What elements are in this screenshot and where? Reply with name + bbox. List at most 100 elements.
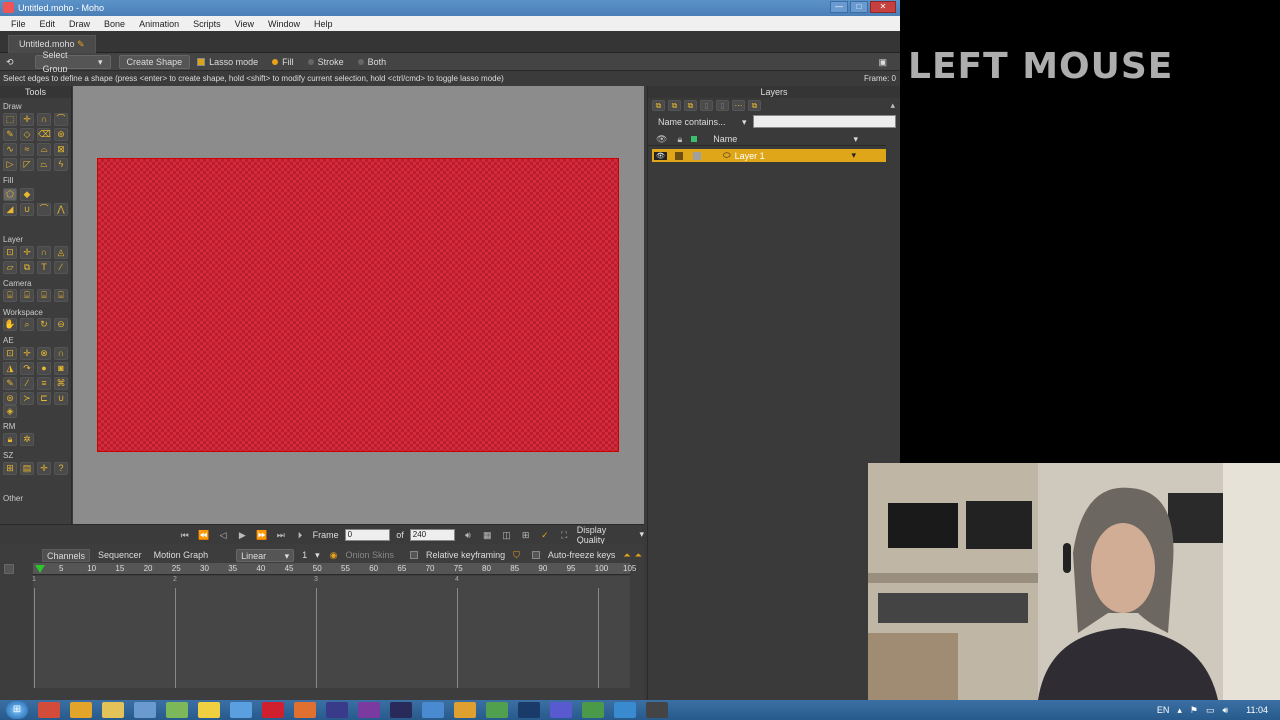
frame-ruler[interactable]: 5 10 15 20 25 30 35 40 45 50 55 60 65 70 75 80 85 90 95 100… xyxy=(33,563,636,575)
curve-profile-tool[interactable]: ◸ xyxy=(20,158,34,171)
fast-forward-icon[interactable]: ⏭ xyxy=(274,529,287,541)
perspective-tool[interactable]: ⏢ xyxy=(37,158,51,171)
select-points-tool[interactable]: ⬚ xyxy=(3,113,17,126)
rm-settings-icon[interactable]: ✲ xyxy=(20,433,34,446)
zoom-camera-tool[interactable]: ⌸ xyxy=(20,289,34,302)
ae-tool-14[interactable]: ≻ xyxy=(20,392,34,405)
chevron-down-icon[interactable]: ▾ xyxy=(853,134,858,145)
layer-settings-icon[interactable]: ⧉ xyxy=(748,100,761,111)
minimize-button[interactable]: — xyxy=(830,1,848,13)
name-column-header[interactable]: Name xyxy=(713,134,737,144)
layer-move-icon[interactable]: ▯ xyxy=(716,100,729,111)
interpolation-count[interactable]: 1 xyxy=(298,549,311,562)
ae-tool-16[interactable]: ∪ xyxy=(54,392,68,405)
menu-edit[interactable]: Edit xyxy=(33,19,63,29)
clock[interactable]: 11:04 xyxy=(1246,705,1268,715)
lasso-mode-toggle[interactable]: Lasso mode xyxy=(190,55,265,69)
scatter-brush-tool[interactable]: ≈ xyxy=(20,143,34,156)
ae-tool-15[interactable]: ⊏ xyxy=(37,392,51,405)
taskbar-app-icon-20[interactable] xyxy=(646,702,668,718)
menu-draw[interactable]: Draw xyxy=(62,19,97,29)
freeze-icon[interactable]: ⛉ xyxy=(513,550,520,561)
taskbar-app-icon-15[interactable] xyxy=(486,702,508,718)
layer-expand-icon[interactable]: ▾ xyxy=(851,150,856,161)
set-origin-tool[interactable]: ⊡ xyxy=(3,246,17,259)
menu-animation[interactable]: Animation xyxy=(132,19,186,29)
tab-sequencer[interactable]: Sequencer xyxy=(94,549,146,562)
stroke-radio-dot[interactable] xyxy=(307,58,314,65)
view-quad-icon[interactable]: ⊞ xyxy=(519,529,532,541)
layer-selector-tool[interactable]: ⧉ xyxy=(20,261,34,274)
taskbar-app-icon-19[interactable] xyxy=(614,702,636,718)
tray-expand-icon[interactable]: ▴ xyxy=(1177,705,1182,716)
delete-edge-tool[interactable]: ▷ xyxy=(3,158,17,171)
lock-icon[interactable]: 🔒︎ xyxy=(3,433,17,446)
freeze-all-icon[interactable]: ⏶ xyxy=(635,550,642,561)
menu-file[interactable]: File xyxy=(4,19,33,29)
transform-points-tool[interactable]: ✛ xyxy=(20,113,34,126)
view-split-icon[interactable]: ◫ xyxy=(500,529,513,541)
ae-tool-6[interactable]: ↷ xyxy=(20,362,34,375)
taskbar-app-icon-5[interactable] xyxy=(166,702,188,718)
play-icon[interactable]: ▶ xyxy=(236,529,249,541)
onion-skin-icon[interactable]: ◉ xyxy=(330,550,338,561)
pan-workspace-tool[interactable]: ✋ xyxy=(3,318,17,331)
new-layer-icon[interactable]: ⧉ xyxy=(652,100,665,111)
freeze-keys-icon[interactable]: ⏶ xyxy=(623,550,630,561)
scale-layer-tool[interactable]: ∩ xyxy=(37,246,51,259)
lock-column-icon[interactable]: 🔒︎ xyxy=(677,134,682,145)
network-icon[interactable]: ⚑ xyxy=(1190,705,1198,716)
taskbar-app-icon-6[interactable] xyxy=(198,702,220,718)
curve-exposure-tool[interactable]: ⋀ xyxy=(54,203,68,216)
add-point-tool[interactable]: ∩ xyxy=(37,113,51,126)
sz-help-icon[interactable]: ? xyxy=(54,462,68,475)
eyedropper-tool[interactable]: ⁄ xyxy=(54,261,68,274)
duplicate-layer-icon[interactable]: ⧉ xyxy=(668,100,681,111)
monitor-icon[interactable]: ▭ xyxy=(1206,705,1215,716)
fill-radio[interactable]: Fill xyxy=(265,55,301,69)
sz-tool-3[interactable]: ✛ xyxy=(37,462,51,475)
display-quality-dropdown[interactable]: Display Quality xyxy=(577,525,634,545)
text-tool[interactable]: T xyxy=(37,261,51,274)
interpolation-dropdown[interactable]: Linear ▾ xyxy=(236,548,295,562)
maximize-button[interactable]: □ xyxy=(850,1,868,13)
sz-tool-1[interactable]: ⊞ xyxy=(3,462,17,475)
pan-tilt-camera-tool[interactable]: ⌸ xyxy=(54,289,68,302)
select-group-dropdown[interactable]: Select Group ▾ xyxy=(34,50,111,74)
rewind-icon[interactable]: ⏮ xyxy=(178,529,191,541)
menu-help[interactable]: Help xyxy=(307,19,340,29)
step-forward-icon[interactable]: ⏩ xyxy=(255,529,268,541)
ae-tool-9[interactable]: ✎ xyxy=(3,377,17,390)
hide-edge-tool[interactable]: ∪ xyxy=(20,203,34,216)
orbit-workspace-tool[interactable]: ⊖ xyxy=(54,318,68,331)
more-options-icon[interactable]: ⋯ xyxy=(732,100,745,111)
layer-name[interactable]: Layer 1 xyxy=(735,151,765,161)
loop-icon[interactable]: ⏵ xyxy=(293,529,306,541)
zoom-workspace-tool[interactable]: ⌕ xyxy=(20,318,34,331)
playhead-marker[interactable] xyxy=(35,565,45,573)
create-shape-tool[interactable]: ◆ xyxy=(20,188,34,201)
ae-tool-4[interactable]: ∩ xyxy=(54,347,68,360)
layer-filter-dropdown[interactable]: Name contains... ▾ xyxy=(658,116,747,128)
layer-filter-input[interactable] xyxy=(753,115,896,128)
menu-view[interactable]: View xyxy=(228,19,261,29)
both-radio-dot[interactable] xyxy=(357,58,364,65)
line-width-tool[interactable]: ◢ xyxy=(3,203,17,216)
panel-collapse-icon[interactable]: ▴ xyxy=(890,100,895,111)
taskbar-app-icon-13[interactable] xyxy=(422,702,444,718)
relative-keyframing-checkbox[interactable] xyxy=(410,551,419,559)
frame-input[interactable]: 0 xyxy=(344,528,391,541)
stage-checkerboard[interactable] xyxy=(97,158,619,452)
ae-tool-2[interactable]: ✛ xyxy=(20,347,34,360)
menu-bone[interactable]: Bone xyxy=(97,19,132,29)
ae-tool-17[interactable]: ◈ xyxy=(3,405,17,418)
close-button[interactable]: ✕ xyxy=(870,1,896,13)
taskbar-ae-icon[interactable] xyxy=(390,702,412,718)
fill-radio-dot[interactable] xyxy=(272,58,279,65)
menu-window[interactable]: Window xyxy=(261,19,307,29)
ae-tool-11[interactable]: ≡ xyxy=(37,377,51,390)
both-radio[interactable]: Both xyxy=(351,55,394,69)
stroke-radio[interactable]: Stroke xyxy=(301,55,351,69)
taskbar-opera-icon[interactable] xyxy=(262,702,284,718)
bind-points-tool[interactable]: ⊠ xyxy=(54,143,68,156)
